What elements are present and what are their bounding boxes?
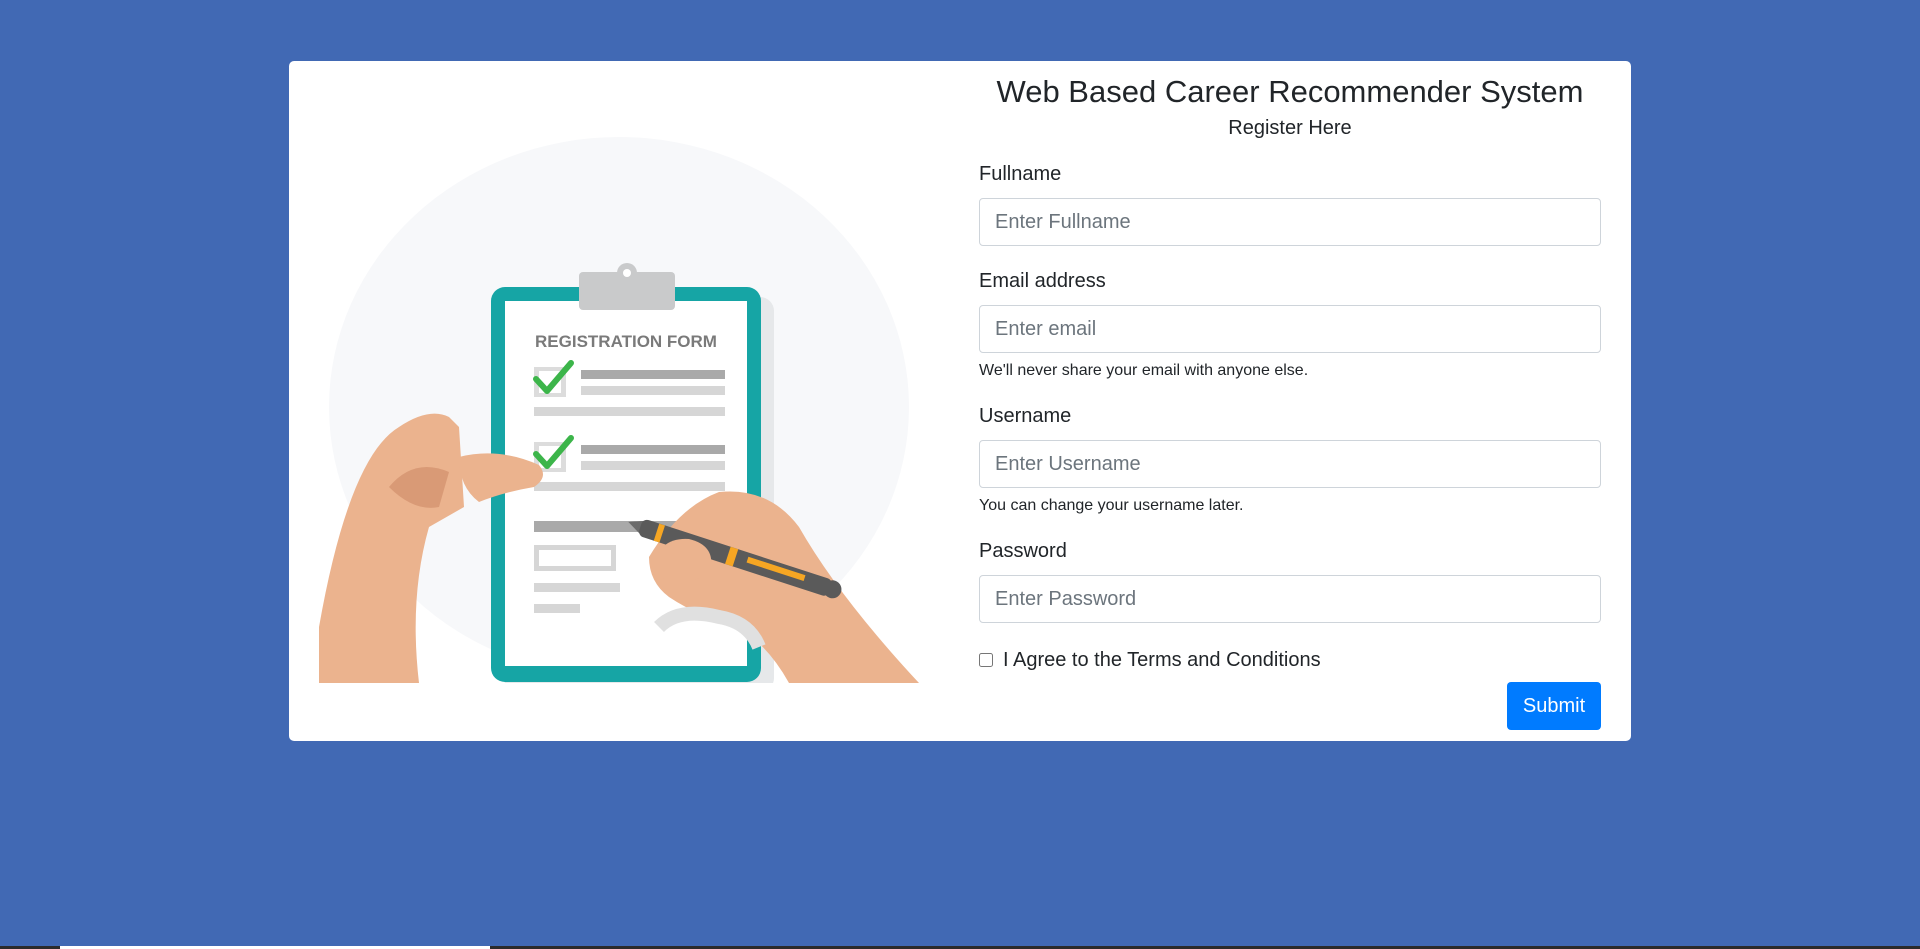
page-title: Web Based Career Recommender System: [996, 74, 1584, 109]
password-label: Password: [979, 540, 1067, 562]
submit-button[interactable]: Submit: [1507, 682, 1601, 730]
username-help-text: You can change your username later.: [979, 497, 1244, 514]
fullname-label: Fullname: [979, 163, 1062, 185]
username-input[interactable]: [979, 440, 1601, 488]
registration-form-illustration: REGISTRATION FORM: [319, 137, 919, 683]
illustration-form-heading: REGISTRATION FORM: [535, 332, 717, 351]
email-input[interactable]: [979, 305, 1601, 353]
email-label: Email address: [979, 270, 1106, 292]
page-subtitle: Register Here: [1228, 117, 1352, 139]
terms-row[interactable]: I Agree to the Terms and Conditions: [979, 647, 1601, 673]
username-label: Username: [979, 405, 1072, 427]
registration-card: REGISTRATION FORM Web Based Career Recom…: [289, 61, 1631, 741]
terms-label: I Agree to the Terms and Conditions: [1003, 649, 1321, 671]
fullname-input[interactable]: [979, 198, 1601, 246]
registration-form: Web Based Career Recommender System Regi…: [979, 61, 1601, 730]
email-help-text: We'll never share your email with anyone…: [979, 362, 1309, 379]
password-input[interactable]: [979, 575, 1601, 623]
terms-checkbox[interactable]: [979, 653, 993, 667]
